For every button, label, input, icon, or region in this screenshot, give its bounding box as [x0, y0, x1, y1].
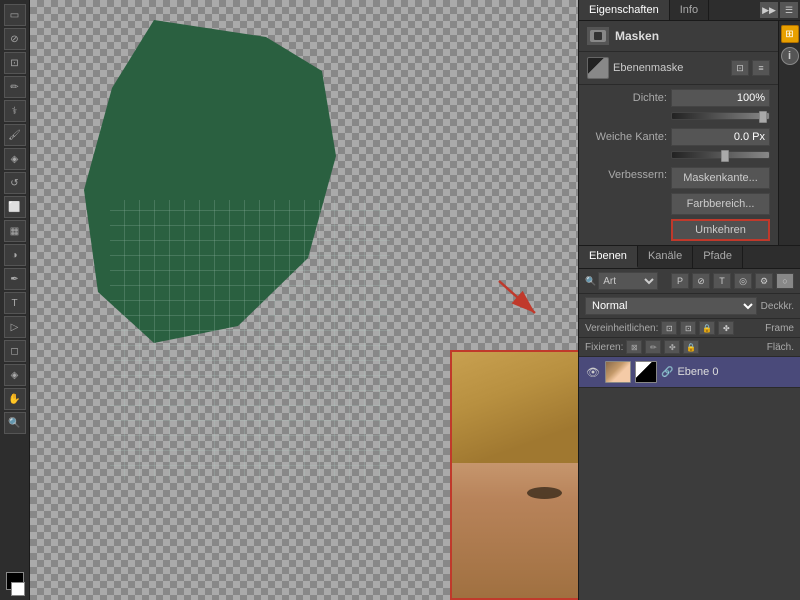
farbbereich-button[interactable]: Farbbereich...	[671, 193, 770, 215]
verbessern-buttons: Maskenkante... Farbbereich... Umkehren	[671, 167, 770, 241]
search-icon: 🔍	[585, 276, 596, 287]
tool-eyedropper[interactable]: ✏	[4, 76, 26, 98]
weiche-kante-row: Weiche Kante:	[579, 124, 778, 150]
panel-expand-icon[interactable]: ▶▶	[760, 2, 778, 18]
layer-filter-toggle[interactable]: ○	[776, 273, 794, 289]
dichte-slider[interactable]	[671, 112, 770, 120]
preview-overlay	[450, 350, 578, 600]
masken-icon	[587, 27, 609, 45]
filter-select[interactable]: Art	[598, 272, 658, 290]
tool-gradient[interactable]: ▦	[4, 220, 26, 242]
verbessern-label: Verbessern:	[587, 167, 667, 181]
dichte-label: Dichte:	[587, 92, 667, 104]
tool-brush[interactable]: 🖌	[4, 124, 26, 146]
layers-tabs: Ebenen Kanäle Pfade	[579, 246, 800, 269]
flaeche-label: Fläch.	[767, 342, 794, 353]
tool-3d[interactable]: ◈	[4, 364, 26, 386]
tool-text[interactable]: T	[4, 292, 26, 314]
blending-row: Normal Deckkr.	[579, 294, 800, 319]
umkehren-button[interactable]: Umkehren	[671, 219, 770, 241]
tab-eigenschaften[interactable]: Eigenschaften	[579, 0, 670, 20]
layers-panel: Ebenen Kanäle Pfade 🔍 Art P ⊘ T ◎ ⚙	[579, 246, 800, 600]
tab-ebenen[interactable]: Ebenen	[579, 246, 638, 268]
fix-btn-2[interactable]: ✏	[645, 340, 661, 354]
masken-title: Masken	[615, 29, 659, 43]
tool-marquee[interactable]: ▭	[4, 4, 26, 26]
fix-btn-1[interactable]: ⊠	[626, 340, 642, 354]
tool-history-brush[interactable]: ↺	[4, 172, 26, 194]
tool-clone[interactable]: ◈	[4, 148, 26, 170]
ebenenmaske-actions: ⊡ ≡	[731, 60, 770, 76]
layer-thumbnail	[605, 361, 631, 383]
tool-eraser[interactable]: ⬜	[4, 196, 26, 218]
tool-crop[interactable]: ⊡	[4, 52, 26, 74]
tab-info[interactable]: Info	[670, 0, 709, 20]
v-btn-3[interactable]: 🔒	[699, 321, 715, 335]
layer-action-2[interactable]: ⊘	[692, 273, 710, 289]
layers-filter-toolbar: 🔍 Art P ⊘ T ◎ ⚙ ○	[579, 269, 800, 294]
fix-btn-4[interactable]: 🔒	[683, 340, 699, 354]
ebenenmaske-btn1[interactable]: ⊡	[731, 60, 749, 76]
tool-shape[interactable]: ◻	[4, 340, 26, 362]
canvas-area	[30, 0, 578, 600]
layer-action-5[interactable]: ⚙	[755, 273, 773, 289]
dichte-slider-row	[579, 111, 778, 124]
deckkraft-label: Deckkr.	[761, 301, 794, 312]
fix-btn-3[interactable]: ✤	[664, 340, 680, 354]
panel-header-icons: ▶▶ ☰	[758, 0, 800, 20]
weiche-kante-label: Weiche Kante:	[587, 131, 667, 143]
layer-row-0[interactable]: 👁 🔗 Ebene 0	[579, 357, 800, 388]
v-btn-2[interactable]: ⊡	[680, 321, 696, 335]
vereinheitlichen-label: Vereinheitlichen:	[585, 323, 658, 334]
preview-hair	[452, 352, 578, 463]
vereinheitlichen-row: Vereinheitlichen: ⊡ ⊡ 🔒 ✤ Frame	[579, 319, 800, 338]
frame-label: Frame	[765, 323, 794, 334]
tool-lasso[interactable]: ⊘	[4, 28, 26, 50]
preview-image	[452, 352, 578, 598]
tab-pfade[interactable]: Pfade	[693, 246, 743, 268]
fixieren-row: Fixieren: ⊠ ✏ ✤ 🔒 Fläch.	[579, 338, 800, 357]
layer-mask-thumbnail	[635, 361, 657, 383]
layer-action-1[interactable]: P	[671, 273, 689, 289]
panel-tabs-bar: Eigenschaften Info ▶▶ ☰	[579, 0, 800, 21]
dichte-slider-thumb	[759, 111, 767, 123]
left-toolbar: ▭ ⊘ ⊡ ✏ ⚕ 🖌 ◈ ↺ ⬜ ▦ ◑ ✒ T ▷ ◻ ◈ ✋ 🔍	[0, 0, 30, 600]
tool-dodge[interactable]: ◑	[4, 244, 26, 266]
weiche-kante-slider-row	[579, 150, 778, 163]
prop-icon-info[interactable]: i	[781, 47, 799, 65]
properties-panel: Eigenschaften Info ▶▶ ☰ Masken	[579, 0, 800, 246]
prop-icon-grid[interactable]: ⊞	[781, 25, 799, 43]
weiche-kante-slider-thumb	[721, 150, 729, 162]
tool-spot-heal[interactable]: ⚕	[4, 100, 26, 122]
ebenenmaske-label: Ebenenmaske	[613, 62, 727, 74]
layer-action-3[interactable]: T	[713, 273, 731, 289]
tool-hand[interactable]: ✋	[4, 388, 26, 410]
layers-search: 🔍 Art	[585, 272, 658, 290]
weiche-kante-slider[interactable]	[671, 151, 770, 159]
weiche-kante-input[interactable]	[671, 128, 770, 146]
layers-action-icons: P ⊘ T ◎ ⚙ ○	[671, 273, 794, 289]
maskenkante-button[interactable]: Maskenkante...	[671, 167, 770, 189]
masken-header: Masken	[579, 21, 778, 52]
dichte-input[interactable]	[671, 89, 770, 107]
tool-path-select[interactable]: ▷	[4, 316, 26, 338]
ebenenmaske-btn2[interactable]: ≡	[752, 60, 770, 76]
dichte-row: Dichte:	[579, 85, 778, 111]
fixieren-label: Fixieren:	[585, 342, 623, 353]
layer-link-icon[interactable]: 🔗	[661, 367, 673, 378]
blending-mode-select[interactable]: Normal	[585, 297, 757, 315]
tool-zoom[interactable]: 🔍	[4, 412, 26, 434]
ebenenmaske-thumb	[587, 57, 609, 79]
tool-pen[interactable]: ✒	[4, 268, 26, 290]
layer-action-4[interactable]: ◎	[734, 273, 752, 289]
bubble-wrap	[110, 200, 390, 480]
verbessern-row: Verbessern: Maskenkante... Farbbereich..…	[579, 163, 778, 245]
v-btn-4[interactable]: ✤	[718, 321, 734, 335]
panel-menu-icon[interactable]: ☰	[780, 2, 798, 18]
layer-name-label: Ebene 0	[677, 366, 794, 378]
ebenenmaske-row: Ebenenmaske ⊡ ≡	[579, 52, 778, 85]
tab-kanaele[interactable]: Kanäle	[638, 246, 693, 268]
eye-visibility-icon[interactable]: 👁	[585, 365, 601, 379]
v-btn-1[interactable]: ⊡	[661, 321, 677, 335]
